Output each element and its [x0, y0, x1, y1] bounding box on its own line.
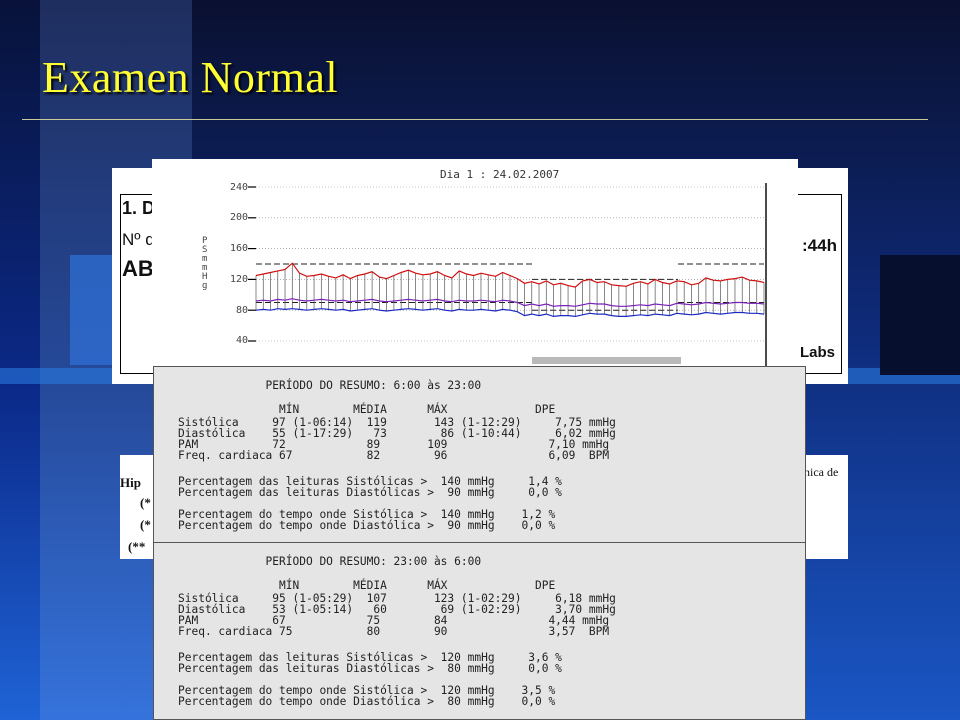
summary-night-panel: PERÍODO DO RESUMO: 23:00 às 6:00 MÍN MÉD…	[153, 542, 806, 720]
bp-chart: Dia 1 : 24.02.2007 240 200 160 120 80 40…	[152, 159, 798, 371]
doc-fragment: 1. D	[122, 198, 156, 218]
summary-day-line: Percentagem do tempo onde Diastólica > 9…	[178, 519, 556, 532]
summary-day-line: Freq. cardiaca 67 82 96 6,09 BPM	[178, 449, 610, 462]
summary-day-panel: PERÍODO DO RESUMO: 6:00 às 23:00 MÍN MÉD…	[153, 366, 806, 543]
doc-fragment: (*	[140, 495, 151, 510]
bg-block-dark	[880, 255, 960, 375]
bg-band-left	[0, 0, 40, 720]
summary-day-line: Percentagem das leituras Diastólicas > 9…	[178, 486, 562, 499]
series-line-2	[255, 308, 765, 318]
summary-night-line: MÍN MÉDIA MÁX DPE	[178, 579, 556, 592]
summary-night-line: PERÍODO DO RESUMO: 23:00 às 6:00	[178, 555, 482, 568]
summary-night-line: Percentagem das leituras Diastólicas > 8…	[178, 662, 562, 675]
slide-title: Examen Normal	[42, 53, 339, 102]
doc-fragment: Labs	[800, 344, 836, 361]
doc-fragment: :44h	[802, 236, 837, 255]
doc-fragment: (**	[128, 539, 146, 554]
doc-fragment: nica de	[804, 465, 839, 479]
summary-night-line: Freq. cardiaca 75 80 90 3,57 BPM	[178, 625, 610, 638]
summary-night-line: Percentagem do tempo onde Diastólica > 8…	[178, 695, 556, 708]
summary-day-line: MÍN MÉDIA MÁX DPE	[178, 403, 556, 416]
doc-fragment: (*	[140, 517, 151, 532]
summary-day-line: PERÍODO DO RESUMO: 6:00 às 23:00	[178, 379, 482, 392]
doc-fragment: Hip	[120, 475, 141, 490]
title-divider	[22, 119, 928, 120]
chart-scroll-strip	[532, 357, 681, 364]
chart-plot	[248, 183, 767, 371]
doc-fragment: Nº d	[122, 230, 155, 249]
